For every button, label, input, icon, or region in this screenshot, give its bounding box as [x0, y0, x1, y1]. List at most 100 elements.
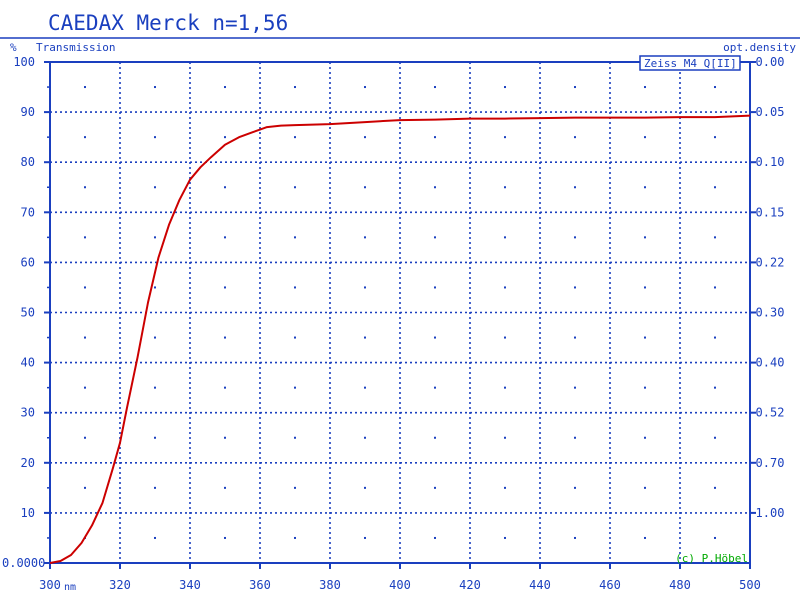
- grid-dot: [574, 386, 576, 389]
- grid-dot: [364, 386, 366, 389]
- grid-dot: [294, 386, 296, 389]
- grid-dot: [504, 536, 506, 539]
- y-left-tick-label: 80: [21, 155, 35, 169]
- grid-dot: [294, 536, 296, 539]
- y-right-label: opt.density: [723, 41, 796, 54]
- grid-dot: [84, 136, 86, 139]
- grid-dot: [434, 236, 436, 239]
- y-right-tick-label: 0.00: [756, 55, 785, 69]
- grid-dot: [574, 336, 576, 339]
- y-left-tick-label: 10: [21, 506, 35, 520]
- x-tick-label: 380: [319, 578, 341, 592]
- grid-dot: [224, 286, 226, 289]
- grid-dot: [504, 336, 506, 339]
- grid-dot: [154, 186, 156, 189]
- grid-dot: [294, 436, 296, 439]
- x-tick-label: 420: [459, 578, 481, 592]
- grid-dot: [504, 486, 506, 489]
- grid-dot: [644, 86, 646, 89]
- y-left-tick-label: 100: [13, 55, 35, 69]
- grid-dot: [714, 386, 716, 389]
- grid-dot: [84, 386, 86, 389]
- x-tick-label: 500: [739, 578, 761, 592]
- y-left-tick-label: 20: [21, 456, 35, 470]
- grid-dot: [224, 136, 226, 139]
- grid-dot: [504, 136, 506, 139]
- grid-dot: [644, 486, 646, 489]
- grid-dot: [224, 486, 226, 489]
- grid-dot: [364, 136, 366, 139]
- grid-dot: [294, 86, 296, 89]
- grid-dot: [714, 186, 716, 189]
- y-right-tick-label: 0.22: [756, 255, 785, 269]
- x-tick-label: 340: [179, 578, 201, 592]
- y-right-tick-label: 0.30: [756, 306, 785, 320]
- grid-dot: [224, 536, 226, 539]
- grid-dot: [574, 86, 576, 89]
- y-left-tick-label: 0.0000: [2, 556, 45, 570]
- grid-dot: [224, 386, 226, 389]
- grid-dot: [154, 136, 156, 139]
- grid-dot: [434, 286, 436, 289]
- grid-dot: [574, 236, 576, 239]
- y-right-tick-label: 0.70: [756, 456, 785, 470]
- y-left-label: Transmission: [36, 41, 115, 54]
- grid-dot: [364, 336, 366, 339]
- y-right-tick-label: 0.15: [756, 205, 785, 219]
- x-tick-label: 400: [389, 578, 411, 592]
- grid-dot: [434, 136, 436, 139]
- grid-dot: [294, 336, 296, 339]
- grid-dot: [364, 186, 366, 189]
- y-right-tick-label: 0.10: [756, 155, 785, 169]
- y-left-unit: %: [10, 41, 17, 54]
- y-left-tick-label: 70: [21, 205, 35, 219]
- x-tick-label: 460: [599, 578, 621, 592]
- grid-dot: [84, 186, 86, 189]
- grid-dot: [574, 536, 576, 539]
- grid-dot: [644, 336, 646, 339]
- y-right-tick-label: 0.40: [756, 356, 785, 370]
- grid-dot: [574, 136, 576, 139]
- grid-dot: [224, 436, 226, 439]
- y-left-tick-label: 30: [21, 406, 35, 420]
- grid-dot: [714, 486, 716, 489]
- y-right-tick-label: 0.52: [756, 406, 785, 420]
- grid-dot: [644, 186, 646, 189]
- grid-dot: [224, 186, 226, 189]
- grid-dot: [574, 186, 576, 189]
- credit-text: (c) P.Höbel: [675, 552, 748, 565]
- grid-dot: [644, 236, 646, 239]
- grid-dot: [224, 336, 226, 339]
- grid-dot: [84, 436, 86, 439]
- y-left-tick-label: 50: [21, 306, 35, 320]
- instrument-legend-text: Zeiss M4 Q[II]: [644, 57, 737, 70]
- y-left-tick-label: 40: [21, 356, 35, 370]
- grid-dot: [434, 186, 436, 189]
- grid-dot: [154, 536, 156, 539]
- x-tick-label: 480: [669, 578, 691, 592]
- grid-dot: [364, 536, 366, 539]
- y-left-tick-label: 90: [21, 105, 35, 119]
- grid-dot: [574, 286, 576, 289]
- grid: [50, 62, 750, 563]
- grid-dot: [574, 486, 576, 489]
- grid-dot: [364, 436, 366, 439]
- grid-dot: [434, 536, 436, 539]
- chart: CAEDAX Merck n=1,56 % Transmission opt.d…: [0, 11, 800, 593]
- grid-dot: [294, 486, 296, 489]
- grid-dot: [714, 536, 716, 539]
- chart-title: CAEDAX Merck n=1,56: [48, 11, 288, 35]
- x-unit-label: nm: [64, 582, 76, 593]
- grid-dot: [84, 236, 86, 239]
- y-right-tick-label: 0.05: [756, 105, 785, 119]
- grid-dot: [644, 436, 646, 439]
- grid-dot: [364, 236, 366, 239]
- grid-dot: [574, 436, 576, 439]
- grid-dot: [364, 286, 366, 289]
- grid-dot: [434, 486, 436, 489]
- grid-dot: [644, 386, 646, 389]
- grid-dot: [154, 236, 156, 239]
- grid-dot: [644, 536, 646, 539]
- grid-dot: [224, 236, 226, 239]
- x-tick-label: 300: [39, 578, 61, 592]
